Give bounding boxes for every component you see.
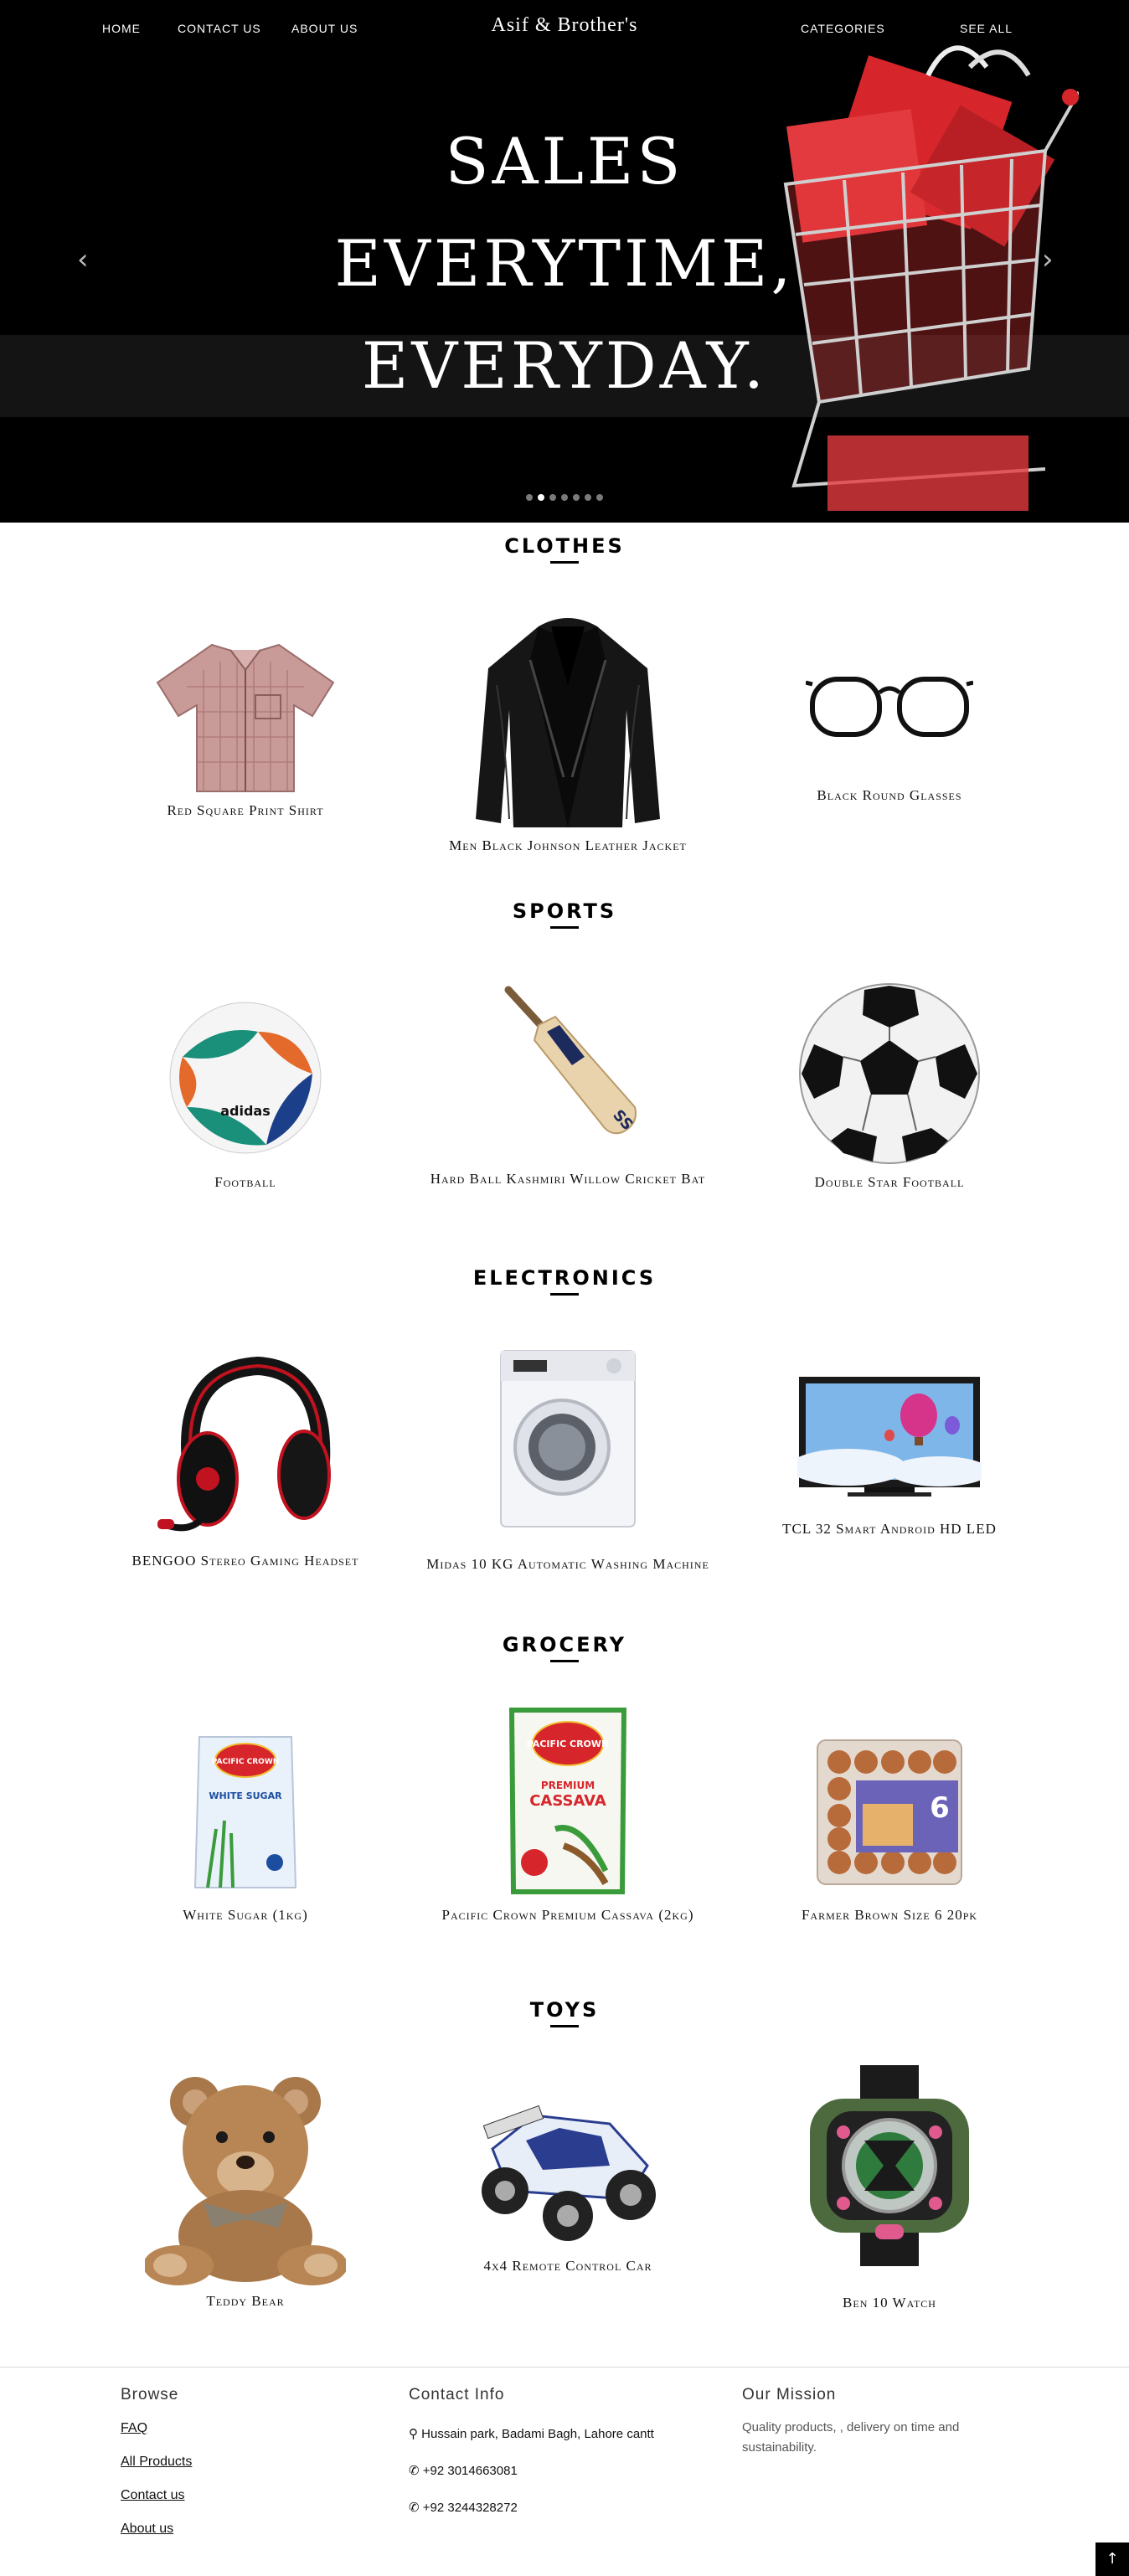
carousel-dot[interactable] [561,494,568,501]
footer-faq-link[interactable]: FAQ [121,2421,147,2436]
product-card[interactable]: Men Black Johnson Leather Jacket [417,534,719,886]
rc-car-icon[interactable] [467,2099,668,2254]
footer-mission-text: Quality products, , delivery on time and… [742,2420,960,2455]
carousel-dot[interactable] [573,494,580,501]
product-card[interactable]: Double Star Football [739,899,1040,1251]
product-name[interactable]: Black Round Glasses [739,786,1040,806]
washing-machine-icon[interactable] [497,1347,639,1535]
egg-size: 6 [930,1791,950,1825]
product-card[interactable]: TCL 32 Smart Android HD LED [739,1266,1040,1618]
product-card[interactable]: PACIFIC CROWN WHITE SUGAR White Sugar (1… [95,1633,396,1985]
product-card[interactable]: BENGOO Stereo Gaming Headset [95,1266,396,1618]
product-card[interactable]: Black Round Glasses [739,534,1040,886]
product-name[interactable]: Football [95,1172,396,1193]
product-card[interactable]: Red Square Print Shirt [95,534,396,886]
footer-address-text: Hussain park, Badami Bagh, Lahore cantt [421,2427,654,2441]
product-card[interactable]: 6 Farmer Brown Size 6 20pk [739,1633,1040,1985]
category-section-grocery: GROCERY PACIFIC CROWN WHITE SUGAR White … [0,1633,1129,1985]
footer-about-link[interactable]: About us [121,2522,173,2537]
sugar-label: WHITE SUGAR [209,1790,282,1801]
carousel-indicators [0,494,1129,501]
category-section-electronics: ELECTRONICS BENGOO Stereo Gaming Headset… [0,1266,1129,1618]
arrow-up-icon[interactable]: ↑ [1095,2543,1129,2576]
product-card[interactable]: Ben 10 Watch [739,1998,1040,2350]
phone-icon: ✆ [409,2464,420,2478]
footer-contact-link[interactable]: Contact us [121,2488,184,2503]
category-section-toys: TOYS Teddy Bear 4x4 Remote Control Car B… [0,1998,1129,2350]
category-section-sports: SPORTS adidas Football SS Hard Ball Kash… [0,899,1129,1251]
watch-icon[interactable] [802,2065,977,2270]
product-card[interactable]: adidas Football [95,899,396,1251]
hero-line-2: EVERYTIME, [334,226,795,301]
carousel-dot[interactable] [585,494,591,501]
product-card[interactable]: 4x4 Remote Control Car [417,1998,719,2350]
hero-carousel: HOME CONTACT US ABOUT US Asif & Brother'… [0,0,1129,523]
category-section-clothes: CLOTHES Red Square Print Shirt Men Black… [0,534,1129,886]
location-pin-icon: ⚲ [409,2427,418,2441]
hero-headline: SALES EVERYTIME, EVERYDAY. [0,111,1129,417]
product-name[interactable]: 4x4 Remote Control Car [417,2256,719,2276]
headset-icon[interactable] [157,1353,333,1550]
tv-icon[interactable] [789,1375,990,1505]
chevron-left-icon[interactable]: ‹ [77,243,89,276]
product-name[interactable]: Teddy Bear [95,2291,396,2311]
product-card[interactable]: Midas 10 KG Automatic Washing Machine [417,1266,719,1618]
football-icon[interactable]: adidas [166,998,325,1162]
footer: Browse FAQ All Products Contact us About… [0,2367,1129,2576]
footer-contact-title: Contact Info [409,2386,505,2403]
product-card[interactable]: Teddy Bear [95,1998,396,2350]
top-navigation: HOME CONTACT US ABOUT US Asif & Brother'… [0,0,1129,55]
product-name[interactable]: Pacific Crown Premium Cassava (2kg) [417,1905,719,1925]
carousel-dot[interactable] [596,494,603,501]
hero-line-1: SALES [445,124,684,198]
ball-brand: adidas [220,1103,271,1119]
footer-phone-2-text: +92 3244328272 [422,2501,518,2515]
phone-icon: ✆ [409,2501,420,2515]
carousel-dot[interactable] [538,494,544,501]
glasses-icon[interactable] [805,664,974,744]
sugar-brand: PACIFIC CROWN [212,1758,280,1766]
chevron-right-icon[interactable]: › [1042,243,1054,276]
product-card[interactable]: PACIFIC CROWN PREMIUM CASSAVA Pacific Cr… [417,1633,719,1985]
nav-categories-link[interactable]: CATEGORIES [801,22,885,35]
product-name[interactable]: Double Star Football [739,1172,1040,1193]
product-name[interactable]: Ben 10 Watch [739,2293,1040,2313]
sugar-bag-icon[interactable]: PACIFIC CROWN WHITE SUGAR [191,1728,300,1900]
footer-mission-title: Our Mission [742,2386,837,2403]
product-name[interactable]: TCL 32 Smart Android HD LED [739,1519,1040,1539]
cassava-brand: PACIFIC CROWN [527,1739,609,1749]
product-name[interactable]: Hard Ball Kashmiri Willow Cricket Bat [417,1169,719,1189]
product-name[interactable]: White Sugar (1kg) [95,1905,396,1925]
footer-browse-title: Browse [121,2386,179,2403]
nav-see-all-link[interactable]: SEE ALL [960,22,1013,35]
product-card[interactable]: SS Hard Ball Kashmiri Willow Cricket Bat [417,899,719,1251]
jacket-icon[interactable] [472,610,664,840]
cricket-bat-icon[interactable]: SS [497,981,639,1145]
shirt-icon[interactable] [153,636,338,800]
hero-line-3: EVERYDAY. [361,328,768,403]
footer-phone-1: ✆ +92 3014663081 [409,2463,518,2478]
product-name[interactable]: BENGOO Stereo Gaming Headset [95,1551,396,1571]
egg-tray-icon[interactable]: 6 [814,1737,965,1892]
cassava-label: CASSAVA [529,1792,606,1810]
footer-address: ⚲ Hussain park, Badami Bagh, Lahore cant… [409,2426,654,2441]
footer-all-products-link[interactable]: All Products [121,2455,192,2470]
footer-phone-1-text: +92 3014663081 [422,2464,518,2478]
teddy-bear-icon[interactable] [143,2069,348,2290]
cassava-premium: PREMIUM [541,1780,595,1791]
cassava-bag-icon[interactable]: PACIFIC CROWN PREMIUM CASSAVA [505,1703,631,1900]
product-name[interactable]: Men Black Johnson Leather Jacket [417,836,719,856]
product-name[interactable]: Farmer Brown Size 6 20pk [739,1905,1040,1925]
carousel-dot[interactable] [526,494,533,501]
product-name[interactable]: Red Square Print Shirt [95,801,396,821]
product-name[interactable]: Midas 10 KG Automatic Washing Machine [417,1554,719,1574]
footer-phone-2: ✆ +92 3244328272 [409,2500,518,2515]
soccer-ball-icon[interactable] [797,981,982,1170]
carousel-dot[interactable] [549,494,556,501]
